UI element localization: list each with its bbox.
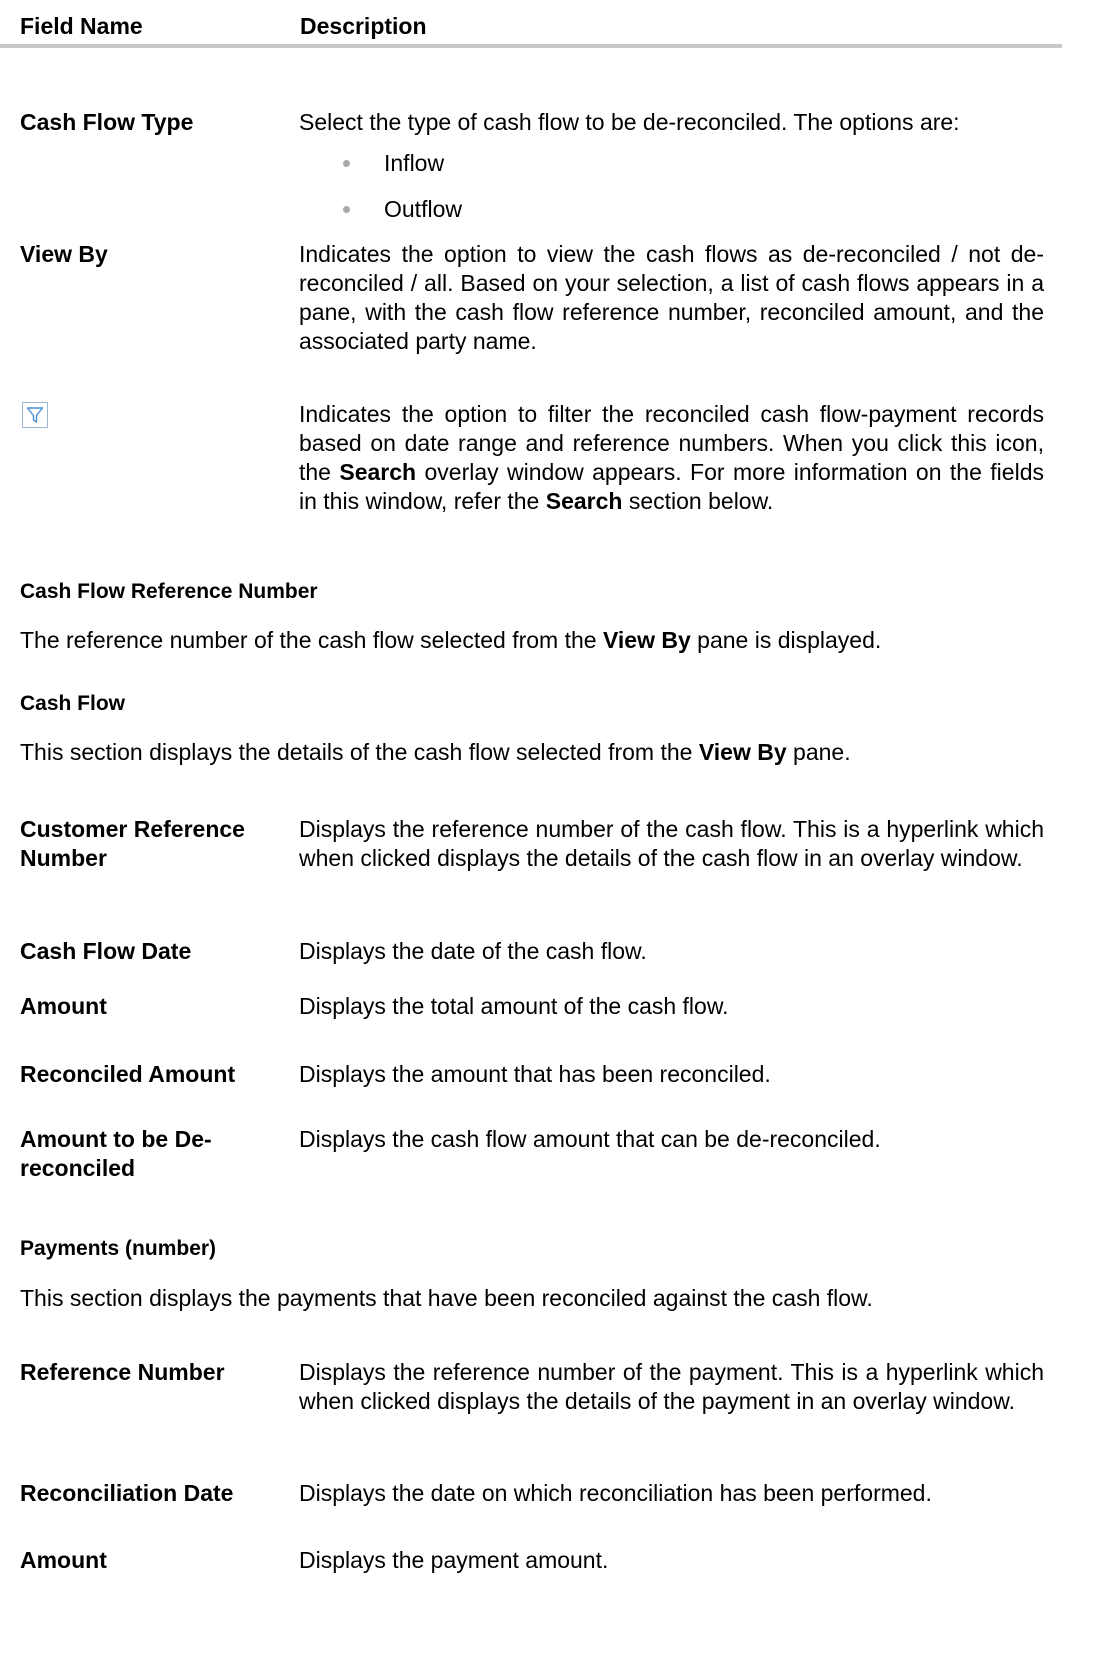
desc-bold: Search: [339, 459, 417, 485]
bullet-icon: [343, 160, 350, 167]
document-page: Field Name Description Cash Flow Type Se…: [0, 0, 1106, 1653]
section-text: This section displays the details of the…: [20, 739, 699, 765]
table-header: Field Name Description: [0, 0, 1062, 48]
desc-bold: Search: [545, 488, 623, 514]
field-description-text: Select the type of cash flow to be de-re…: [299, 109, 960, 135]
field-label: View By: [20, 241, 108, 267]
field-description: Displays the payment amount.: [299, 1547, 609, 1573]
section-title-payments: Payments (number): [20, 1237, 217, 1260]
field-description: Displays the cash flow amount that can b…: [299, 1126, 881, 1152]
section-text-payments: This section displays the payments that …: [20, 1285, 873, 1311]
field-label: Reconciled Amount: [20, 1061, 236, 1087]
section-text-bold: View By: [602, 627, 691, 653]
section-text: The reference number of the cash flow se…: [20, 627, 603, 653]
field-description: Displays the amount that has been reconc…: [299, 1061, 771, 1087]
field-description: Select the type of cash flow to be de-re…: [299, 108, 1044, 241]
list-item: Outflow: [299, 195, 1044, 241]
section-text-cash-flow: This section displays the details of the…: [20, 738, 1060, 767]
desc-text: section below.: [622, 488, 774, 514]
section-text-reference: The reference number of the cash flow se…: [20, 626, 1060, 655]
filter-icon[interactable]: [22, 402, 48, 428]
option-label: Inflow: [384, 150, 445, 176]
options-list: Inflow Outflow: [299, 149, 1044, 241]
field-description: Displays the date on which reconciliatio…: [299, 1480, 932, 1506]
field-description: Indicates the option to filter the recon…: [299, 400, 1044, 516]
field-label: Amount: [20, 993, 107, 1019]
header-field-name: Field Name: [20, 13, 143, 39]
field-description: Displays the reference number of the pay…: [299, 1359, 1044, 1414]
field-label: Amount to be De-reconciled: [20, 1126, 212, 1181]
section-text: pane.: [786, 739, 851, 765]
field-label: Cash Flow Date: [20, 938, 192, 964]
field-label: Amount: [20, 1547, 107, 1573]
field-label: Cash Flow Type: [20, 109, 194, 135]
field-description: Displays the total amount of the cash fl…: [299, 993, 729, 1019]
field-label: Reconciliation Date: [20, 1480, 234, 1506]
bullet-icon: [343, 206, 350, 213]
field-description: Displays the reference number of the cas…: [299, 816, 1044, 871]
field-description: Displays the date of the cash flow.: [299, 938, 647, 964]
list-item: Inflow: [299, 149, 1044, 195]
section-text: pane is displayed.: [690, 627, 882, 653]
option-label: Outflow: [384, 196, 462, 222]
header-description: Description: [300, 13, 427, 39]
field-description: Indicates the option to view the cash fl…: [299, 241, 1044, 354]
section-text-bold: View By: [698, 739, 787, 765]
section-title-cash-flow: Cash Flow: [20, 692, 126, 715]
field-label: Reference Number: [20, 1359, 225, 1385]
field-label: Customer Reference Number: [20, 816, 245, 871]
section-title-reference: Cash Flow Reference Number: [20, 580, 318, 603]
